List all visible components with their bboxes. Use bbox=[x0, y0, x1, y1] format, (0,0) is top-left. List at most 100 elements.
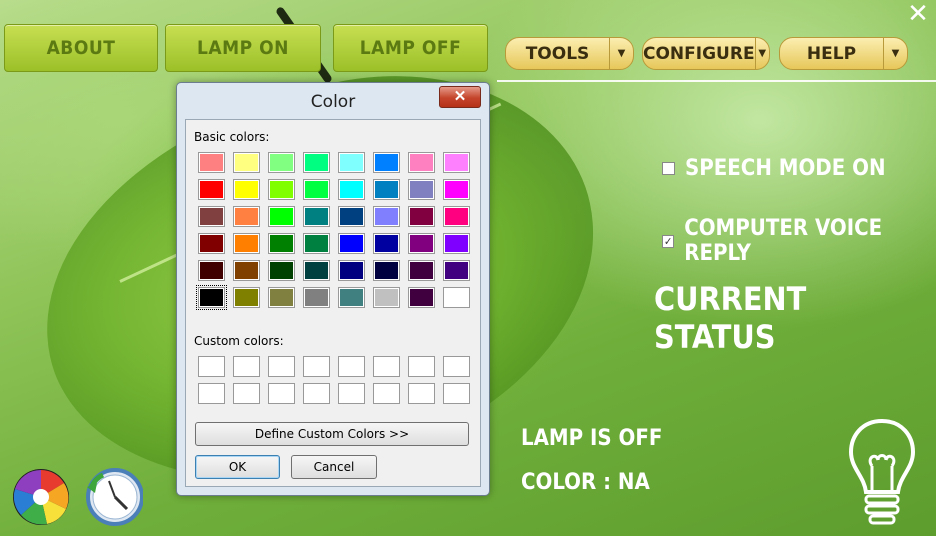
color-swatch[interactable] bbox=[338, 287, 365, 308]
color-swatch[interactable] bbox=[408, 233, 435, 254]
voice-reply-checkbox[interactable]: ✓ bbox=[662, 234, 675, 248]
color-swatch[interactable] bbox=[233, 206, 260, 227]
color-swatch[interactable] bbox=[303, 287, 330, 308]
custom-color-swatch[interactable] bbox=[233, 356, 260, 377]
about-button[interactable]: ABOUT bbox=[4, 24, 158, 72]
color-swatch[interactable] bbox=[233, 287, 260, 308]
color-swatch[interactable] bbox=[408, 206, 435, 227]
color-swatch[interactable] bbox=[233, 260, 260, 281]
color-swatch[interactable] bbox=[373, 260, 400, 281]
color-swatch[interactable] bbox=[338, 233, 365, 254]
color-swatch[interactable] bbox=[338, 206, 365, 227]
color-swatch[interactable] bbox=[233, 179, 260, 200]
color-swatch[interactable] bbox=[373, 152, 400, 173]
color-swatch[interactable] bbox=[338, 260, 365, 281]
close-icon[interactable]: ✕ bbox=[439, 86, 481, 108]
configure-menu-label: CONFIGURE bbox=[643, 43, 755, 64]
help-menu-label: HELP bbox=[806, 43, 857, 64]
color-swatch[interactable] bbox=[373, 206, 400, 227]
help-menu[interactable]: HELP ▼ bbox=[779, 37, 908, 70]
ok-button[interactable]: OK bbox=[195, 455, 280, 479]
define-custom-colors-button[interactable]: Define Custom Colors >> bbox=[195, 422, 469, 446]
color-swatch[interactable] bbox=[303, 152, 330, 173]
color-swatch[interactable] bbox=[443, 152, 470, 173]
lamp-off-button[interactable]: LAMP OFF bbox=[333, 24, 488, 72]
color-swatch[interactable] bbox=[233, 233, 260, 254]
custom-color-swatch[interactable] bbox=[233, 383, 260, 404]
color-swatch[interactable] bbox=[408, 260, 435, 281]
custom-colors-grid bbox=[198, 356, 470, 404]
color-swatch[interactable] bbox=[233, 152, 260, 173]
cancel-button[interactable]: Cancel bbox=[291, 455, 377, 479]
chevron-down-icon[interactable]: ▼ bbox=[883, 38, 907, 69]
color-swatch[interactable] bbox=[338, 179, 365, 200]
menu-divider bbox=[497, 80, 936, 82]
custom-color-swatch[interactable] bbox=[198, 356, 225, 377]
color-swatch[interactable] bbox=[338, 152, 365, 173]
color-swatch[interactable] bbox=[443, 260, 470, 281]
color-swatch[interactable] bbox=[268, 179, 295, 200]
color-swatch[interactable] bbox=[408, 179, 435, 200]
custom-color-swatch[interactable] bbox=[198, 383, 225, 404]
color-swatch[interactable] bbox=[373, 233, 400, 254]
tools-menu-label: TOOLS bbox=[525, 43, 590, 64]
color-swatch[interactable] bbox=[443, 206, 470, 227]
color-swatch[interactable] bbox=[373, 179, 400, 200]
color-swatch[interactable] bbox=[196, 285, 227, 310]
custom-color-swatch[interactable] bbox=[373, 356, 400, 377]
dialog-body: Basic colors: Custom colors: Define Cust… bbox=[185, 119, 481, 487]
color-swatch[interactable] bbox=[373, 287, 400, 308]
basic-colors-grid bbox=[196, 152, 470, 310]
custom-color-swatch[interactable] bbox=[443, 383, 470, 404]
color-swatch[interactable] bbox=[268, 287, 295, 308]
color-dialog: Color ✕ Basic colors: Custom colors: Def… bbox=[176, 82, 490, 496]
voice-reply-label: COMPUTER VOICE REPLY bbox=[684, 216, 883, 266]
color-swatch[interactable] bbox=[443, 179, 470, 200]
color-swatch[interactable] bbox=[303, 260, 330, 281]
color-status: COLOR : NA bbox=[521, 470, 650, 495]
custom-color-swatch[interactable] bbox=[338, 356, 365, 377]
custom-color-swatch[interactable] bbox=[268, 383, 295, 404]
tools-menu[interactable]: TOOLS ▼ bbox=[505, 37, 634, 70]
status-title: CURRENT STATUS bbox=[654, 280, 807, 356]
speech-mode-label: SPEECH MODE ON bbox=[685, 156, 886, 181]
custom-color-swatch[interactable] bbox=[338, 383, 365, 404]
color-swatch[interactable] bbox=[303, 233, 330, 254]
color-swatch[interactable] bbox=[198, 233, 225, 254]
basic-colors-label: Basic colors: bbox=[194, 130, 270, 144]
speech-mode-checkbox[interactable] bbox=[662, 162, 675, 175]
custom-color-swatch[interactable] bbox=[408, 383, 435, 404]
custom-color-swatch[interactable] bbox=[303, 383, 330, 404]
color-swatch[interactable] bbox=[268, 206, 295, 227]
color-swatch[interactable] bbox=[408, 287, 435, 308]
speech-mode-option[interactable]: SPEECH MODE ON bbox=[662, 156, 886, 181]
configure-menu[interactable]: CONFIGURE ▼ bbox=[642, 37, 770, 70]
color-swatch[interactable] bbox=[268, 152, 295, 173]
custom-color-swatch[interactable] bbox=[443, 356, 470, 377]
voice-reply-option[interactable]: ✓ COMPUTER VOICE REPLY bbox=[662, 216, 936, 266]
color-swatch[interactable] bbox=[303, 206, 330, 227]
color-swatch[interactable] bbox=[303, 179, 330, 200]
custom-color-swatch[interactable] bbox=[268, 356, 295, 377]
lamp-on-button[interactable]: LAMP ON bbox=[165, 24, 321, 72]
color-swatch[interactable] bbox=[443, 233, 470, 254]
color-wheel-icon[interactable] bbox=[11, 467, 71, 527]
color-swatch[interactable] bbox=[198, 260, 225, 281]
color-swatch[interactable] bbox=[268, 233, 295, 254]
color-swatch[interactable] bbox=[408, 152, 435, 173]
custom-color-swatch[interactable] bbox=[303, 356, 330, 377]
color-swatch[interactable] bbox=[198, 206, 225, 227]
chevron-down-icon[interactable]: ▼ bbox=[754, 38, 769, 69]
light-bulb-icon bbox=[848, 418, 916, 525]
close-icon[interactable]: ✕ bbox=[906, 1, 930, 27]
lamp-status: LAMP IS OFF bbox=[521, 426, 663, 451]
color-swatch[interactable] bbox=[198, 179, 225, 200]
custom-color-swatch[interactable] bbox=[373, 383, 400, 404]
color-swatch[interactable] bbox=[268, 260, 295, 281]
custom-color-swatch[interactable] bbox=[408, 356, 435, 377]
chevron-down-icon[interactable]: ▼ bbox=[609, 38, 633, 69]
alarm-clock-icon[interactable] bbox=[83, 467, 143, 527]
color-swatch[interactable] bbox=[443, 287, 470, 308]
color-swatch[interactable] bbox=[198, 152, 225, 173]
custom-colors-label: Custom colors: bbox=[194, 334, 284, 348]
